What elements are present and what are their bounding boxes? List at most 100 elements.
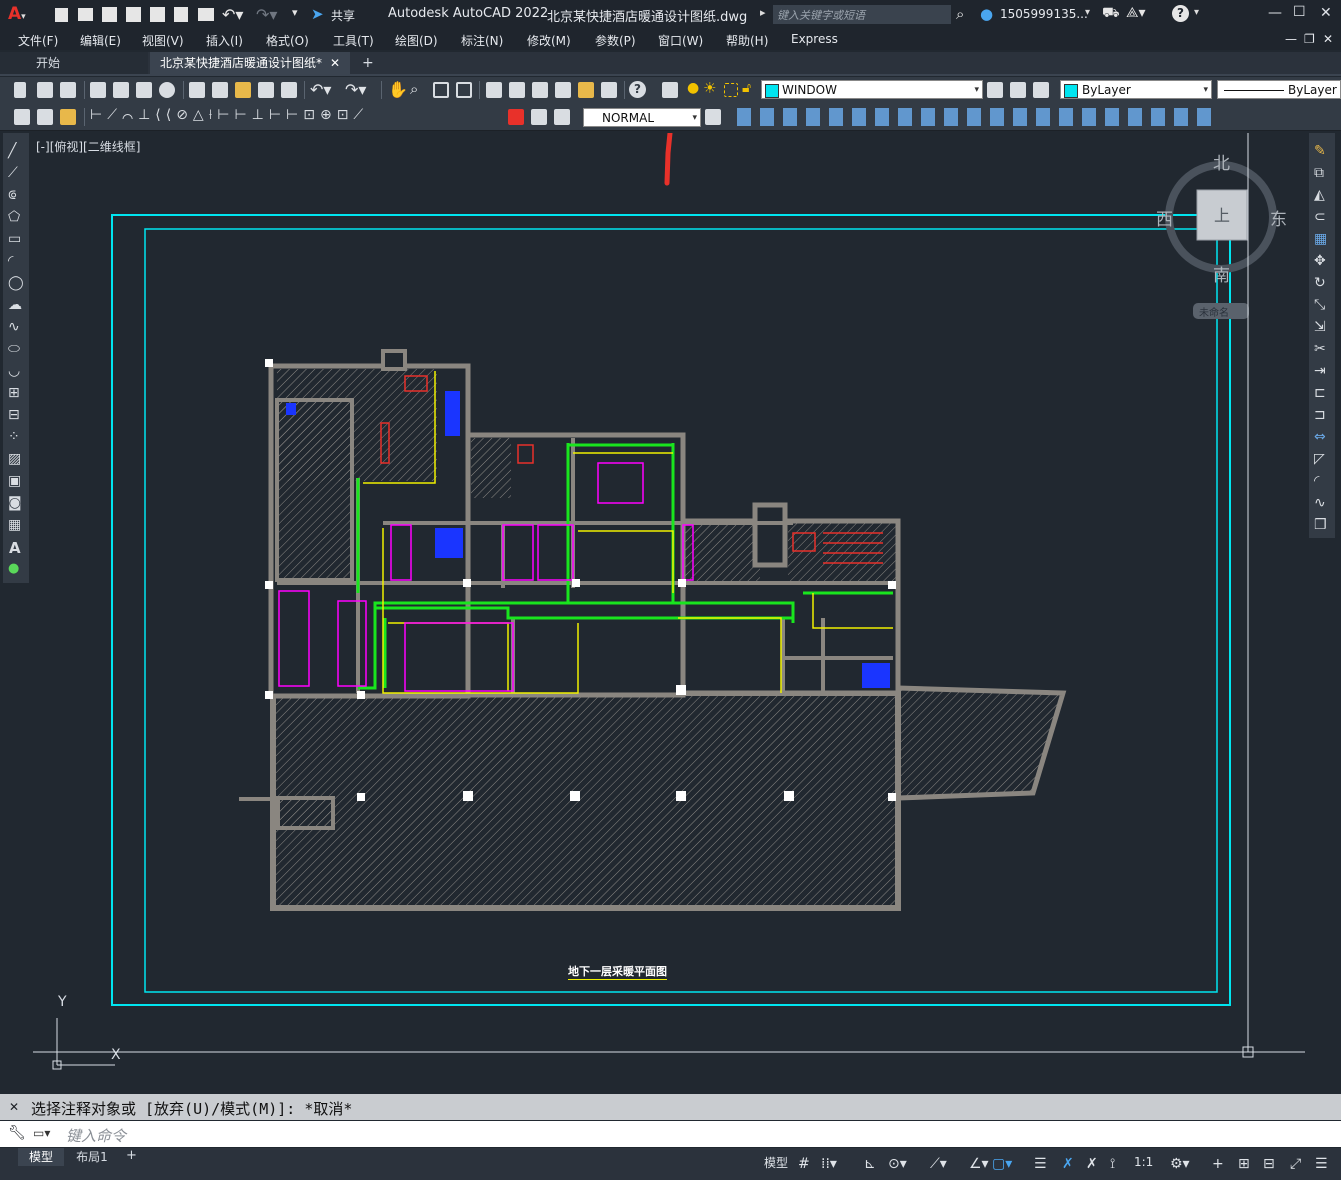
viewcube-top-face[interactable]: 上 [1214,202,1230,226]
line-icon[interactable]: ╱ [8,143,16,159]
drawing-viewport[interactable]: [-][俯视][二维线框] 地下一层采暖平面图 Y X 北 南 东 西 上 未命… [33,133,1305,1088]
text-style-dropdown[interactable]: NORMAL ▾ [583,108,701,127]
user-dropdown-icon[interactable]: ▾ [1085,7,1090,18]
customization-menu-icon[interactable]: ☰ [1315,1156,1328,1172]
erase-icon[interactable]: ✎ [1314,143,1326,159]
table-icon[interactable]: ▦ [8,517,21,533]
open-file-icon[interactable] [37,82,53,98]
menu-window[interactable]: 窗口(W) [658,32,703,49]
viewcube-west[interactable]: 西 [1156,205,1173,230]
region-icon[interactable]: ◙ [8,495,22,511]
fillet-icon[interactable]: ◜ [1314,473,1319,489]
insert-block-icon[interactable]: ⊞ [8,385,20,401]
menu-file[interactable]: 文件(F) [18,32,58,49]
multiline-text-icon[interactable] [14,109,30,125]
cart-icon[interactable]: ⛟ [1102,5,1120,23]
gradient-icon[interactable]: ▣ [8,473,21,489]
publish-icon[interactable] [150,7,165,22]
layer-freeze-icon[interactable]: ☀ [703,79,716,97]
layer-states-icon[interactable] [1033,82,1049,98]
spline-icon[interactable]: ∿ [8,319,20,335]
menu-edit[interactable]: 编辑(E) [80,32,121,49]
mirror-icon[interactable]: ◭ [1314,187,1325,203]
command-input[interactable]: 键入命令 [62,1123,1332,1145]
undo-icon[interactable]: ↶▾ [222,5,243,24]
auto-scale-icon[interactable]: ✗ [1086,1156,1098,1172]
annotation-visibility-icon[interactable]: ✗ [1062,1156,1074,1172]
paste-icon[interactable] [235,82,251,98]
menu-format[interactable]: 格式(O) [266,32,309,49]
properties-icon[interactable] [486,82,502,98]
help-icon[interactable]: ? [1172,5,1189,22]
offset-icon[interactable]: ⊂ [1314,209,1326,225]
tab-model[interactable]: 模型 [18,1148,64,1166]
print-icon[interactable] [90,82,106,98]
search-icon[interactable]: ⌕ [956,5,964,23]
user-icon[interactable]: ● [980,5,993,23]
new-icon[interactable] [55,8,68,22]
ortho-icon[interactable]: ⊾ [864,1156,876,1172]
block-editor-icon[interactable] [281,82,297,98]
pan-icon[interactable]: ✋ [388,80,408,99]
copy-object-icon[interactable]: ⧉ [1314,165,1324,181]
close-button[interactable]: ✕ [1320,5,1332,21]
doc-restore-button[interactable]: ❐ [1304,32,1315,46]
revision-cloud-icon[interactable]: ☁ [8,297,22,313]
clean-screen-icon[interactable]: ⤢ [1290,1156,1301,1172]
annotation-monitor-icon[interactable]: + [1212,1156,1224,1172]
tab-layout1[interactable]: 布局1 [68,1148,116,1166]
publish-drawing-icon[interactable] [136,82,152,98]
zoom-window-icon[interactable] [433,82,449,98]
units-icon[interactable]: ⊞ [1238,1156,1250,1172]
linetype-dropdown[interactable]: ByLayer [1217,80,1341,99]
polyline-icon[interactable]: ⟃ [8,187,16,203]
tab-document[interactable]: 北京某快捷酒店暖通设计图纸* ✕ [150,52,350,74]
model-space-button[interactable]: 模型 [764,1154,788,1171]
tool-palettes-icon[interactable] [532,82,548,98]
share-label[interactable]: 共享 [331,7,355,24]
layer-previous-icon[interactable] [1010,82,1026,98]
print-preview-icon[interactable] [113,82,129,98]
viewcube-south[interactable]: 南 [1213,261,1230,286]
dimension-update-icon[interactable] [554,109,570,125]
sheet-set-icon[interactable] [555,82,571,98]
trim-icon[interactable]: ✂ [1314,341,1326,357]
menu-modify[interactable]: 修改(M) [527,32,571,49]
menu-insert[interactable]: 插入(I) [206,32,243,49]
menu-tools[interactable]: 工具(T) [333,32,374,49]
blend-curves-icon[interactable]: ∿ [1314,495,1326,511]
annotation-scale-icon[interactable]: ⟟ [1110,1156,1115,1172]
layer-lock-icon[interactable]: 🔓︎ [742,80,751,96]
table-tool-icon[interactable] [37,109,53,125]
arc-icon[interactable]: ◜ [8,253,13,269]
layer-viewport-icon[interactable] [724,83,738,97]
isodraft-icon[interactable]: ⟋▾ [930,1156,947,1172]
break-at-point-icon[interactable]: ⊏ [1314,385,1326,401]
color-dropdown[interactable]: ByLayer ▾ [1060,80,1212,99]
qnew-icon[interactable] [14,82,30,98]
open-icon[interactable] [78,8,93,21]
dimension-style-icon[interactable] [508,109,524,125]
menu-help[interactable]: 帮助(H) [726,32,768,49]
text-icon[interactable]: A [9,539,21,557]
autocad-logo-icon[interactable]: A▾ [8,4,26,24]
dimension-style-manager-icon[interactable] [705,109,721,125]
quick-properties-icon[interactable]: ⊟ [1263,1156,1275,1172]
modify-tools-group[interactable] [737,108,1212,126]
calculator-icon[interactable] [601,82,617,98]
viewcube-east[interactable]: 东 [1270,205,1287,230]
move-icon[interactable]: ✥ [1314,253,1326,269]
markup-icon[interactable] [578,82,594,98]
command-recent-icon[interactable]: ▭▾ [33,1126,50,1140]
share-icon[interactable]: ➤ [311,5,324,23]
save-file-icon[interactable] [60,82,76,98]
new-tab-button[interactable]: + [362,52,374,74]
doc-close-button[interactable]: ✕ [1323,32,1333,46]
object-snap-icon[interactable]: ▢▾ [992,1156,1012,1172]
menu-dimension[interactable]: 标注(N) [461,32,503,49]
multileader-icon[interactable] [60,109,76,125]
scale-icon[interactable]: ⤡ [1314,297,1325,313]
tab-start[interactable]: 开始 [0,52,148,74]
help-toolbar-icon[interactable]: ? [629,81,646,98]
plot-icon[interactable] [198,8,214,21]
